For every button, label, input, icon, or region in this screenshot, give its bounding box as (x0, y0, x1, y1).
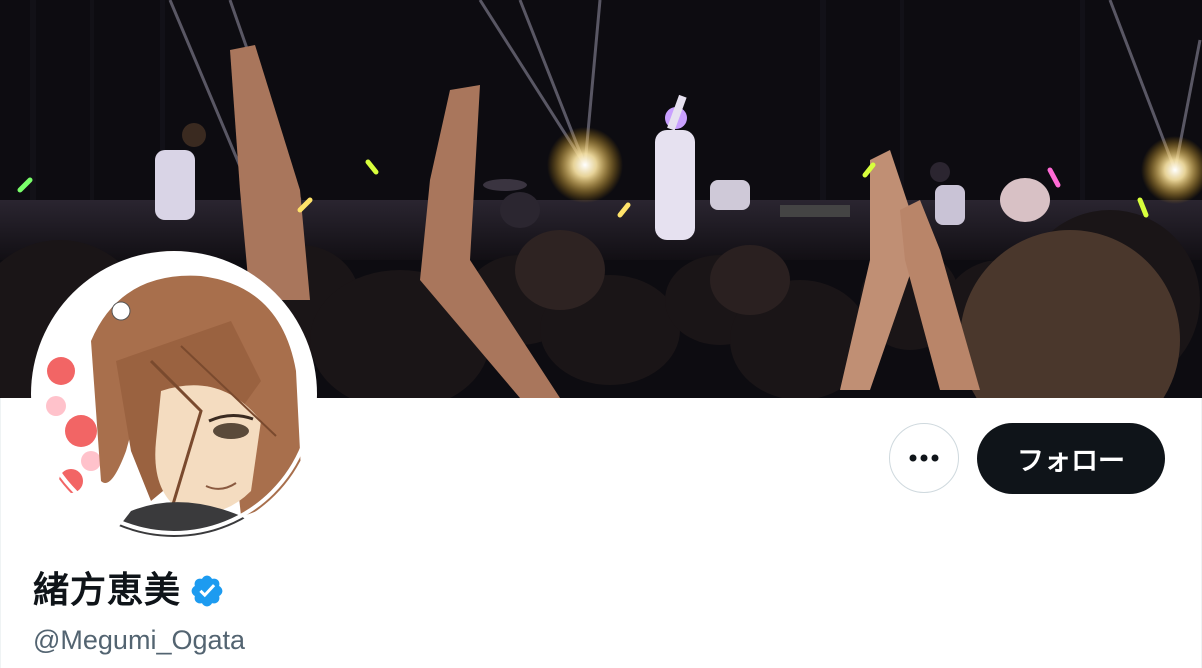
profile-handle: @Megumi_Ogata (33, 625, 246, 655)
ellipsis-icon (909, 454, 939, 462)
left-border (0, 398, 1, 668)
display-name: 緒方恵美 (33, 570, 182, 611)
avatar-image (33, 253, 315, 537)
profile-name-row: 緒方恵美 (33, 567, 225, 615)
more-options-button[interactable] (889, 423, 959, 493)
profile-avatar[interactable] (31, 251, 317, 537)
follow-button[interactable]: フォロー (977, 423, 1165, 494)
verified-badge-icon[interactable] (189, 573, 225, 609)
